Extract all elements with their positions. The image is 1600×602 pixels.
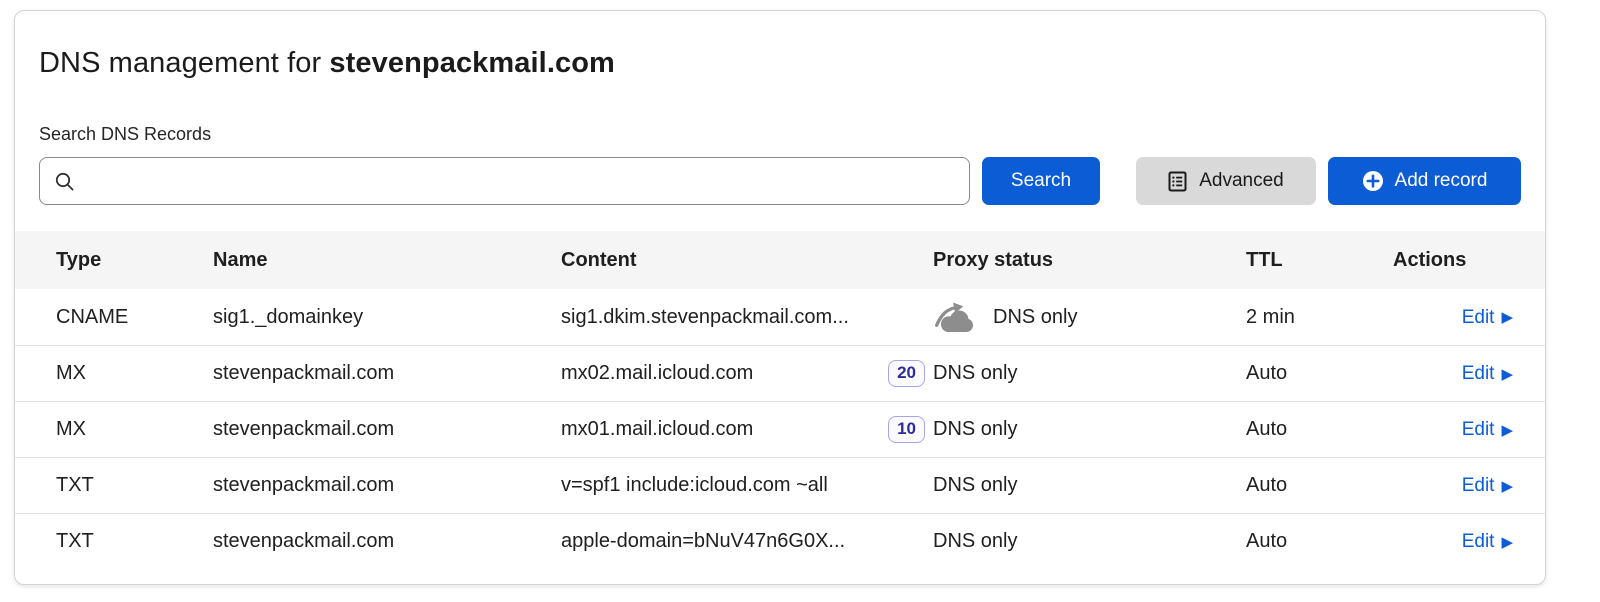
record-type: TXT (56, 474, 213, 497)
edit-label: Edit (1462, 363, 1495, 385)
edit-record-link[interactable]: Edit ▶ (1462, 419, 1513, 441)
priority-badge: 20 (888, 360, 925, 386)
advanced-button[interactable]: Advanced (1136, 157, 1316, 205)
page-title-prefix: DNS management for (39, 47, 329, 79)
search-box[interactable] (39, 157, 970, 205)
table-row: CNAME sig1._domainkey sig1.dkim.stevenpa… (15, 289, 1545, 345)
dns-records-table: Type Name Content Proxy status TTL Actio… (15, 231, 1545, 569)
search-toolbar: Search Advanced Add record (39, 157, 1521, 205)
table-header-row: Type Name Content Proxy status TTL Actio… (15, 231, 1545, 289)
edit-label: Edit (1462, 475, 1495, 497)
plus-circle-icon (1362, 170, 1384, 192)
proxy-status: DNS only (993, 306, 1077, 329)
search-input[interactable] (85, 158, 955, 204)
page-title-domain: stevenpackmail.com (329, 47, 615, 79)
record-ttl: Auto (1246, 418, 1393, 441)
proxy-status: DNS only (933, 418, 1017, 441)
record-name: stevenpackmail.com (213, 418, 561, 441)
record-content: apple-domain=bNuV47n6G0X... (561, 530, 845, 553)
edit-arrow-icon: ▶ (1501, 479, 1513, 494)
proxy-status: DNS only (933, 474, 1017, 497)
edit-label: Edit (1462, 531, 1495, 553)
record-type: TXT (56, 530, 213, 553)
edit-arrow-icon: ▶ (1501, 310, 1513, 325)
record-ttl: Auto (1246, 530, 1393, 553)
edit-arrow-icon: ▶ (1501, 535, 1513, 550)
edit-label: Edit (1462, 419, 1495, 441)
record-name: stevenpackmail.com (213, 530, 561, 553)
edit-record-link[interactable]: Edit ▶ (1462, 531, 1513, 553)
record-content: sig1.dkim.stevenpackmail.com... (561, 306, 849, 329)
record-content: mx01.mail.icloud.com (561, 418, 753, 441)
column-header-name: Name (213, 249, 561, 272)
list-document-icon (1168, 171, 1187, 192)
record-content: v=spf1 include:icloud.com ~all (561, 474, 828, 497)
search-icon (54, 171, 75, 192)
dns-management-card: DNS management for stevenpackmail.com Se… (14, 10, 1546, 585)
proxy-status: DNS only (933, 530, 1017, 553)
priority-badge: 10 (888, 416, 925, 442)
gray-cloud-arrow-icon (933, 302, 979, 333)
column-header-proxy-status: Proxy status (933, 249, 1246, 272)
record-type: MX (56, 418, 213, 441)
column-header-content: Content (561, 249, 933, 272)
edit-arrow-icon: ▶ (1501, 423, 1513, 438)
record-name: stevenpackmail.com (213, 362, 561, 385)
edit-label: Edit (1462, 307, 1495, 329)
record-name: stevenpackmail.com (213, 474, 561, 497)
page-title: DNS management for stevenpackmail.com (39, 47, 1521, 80)
record-type: MX (56, 362, 213, 385)
search-dns-records-label: Search DNS Records (39, 124, 1521, 145)
record-type: CNAME (56, 306, 213, 329)
record-ttl: 2 min (1246, 306, 1393, 329)
edit-record-link[interactable]: Edit ▶ (1462, 475, 1513, 497)
search-button[interactable]: Search (982, 157, 1100, 205)
add-record-button[interactable]: Add record (1328, 157, 1521, 205)
record-content: mx02.mail.icloud.com (561, 362, 753, 385)
proxy-status: DNS only (933, 362, 1017, 385)
edit-arrow-icon: ▶ (1501, 367, 1513, 382)
record-ttl: Auto (1246, 474, 1393, 497)
record-ttl: Auto (1246, 362, 1393, 385)
table-row: TXT stevenpackmail.com v=spf1 include:ic… (15, 457, 1545, 513)
table-row: MX stevenpackmail.com mx01.mail.icloud.c… (15, 401, 1545, 457)
table-row: TXT stevenpackmail.com apple-domain=bNuV… (15, 513, 1545, 569)
column-header-actions: Actions (1393, 249, 1529, 272)
advanced-button-label: Advanced (1199, 170, 1284, 192)
edit-record-link[interactable]: Edit ▶ (1462, 363, 1513, 385)
column-header-type: Type (56, 249, 213, 272)
table-row: MX stevenpackmail.com mx02.mail.icloud.c… (15, 345, 1545, 401)
edit-record-link[interactable]: Edit ▶ (1462, 307, 1513, 329)
add-record-button-label: Add record (1395, 170, 1488, 192)
record-name: sig1._domainkey (213, 306, 561, 329)
column-header-ttl: TTL (1246, 249, 1393, 272)
